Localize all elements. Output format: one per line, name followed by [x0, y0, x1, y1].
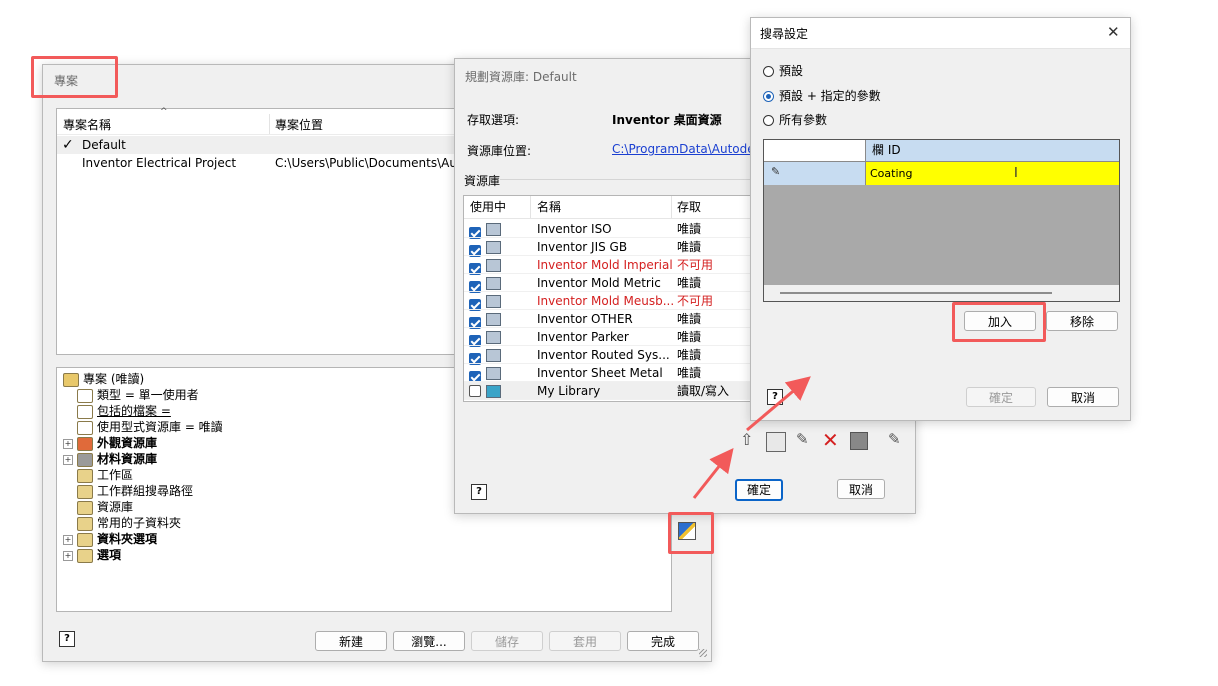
arrow-to-search-icon	[692, 447, 734, 499]
annotation-arrows	[692, 376, 811, 499]
arrow-to-search-dialog	[746, 376, 811, 432]
